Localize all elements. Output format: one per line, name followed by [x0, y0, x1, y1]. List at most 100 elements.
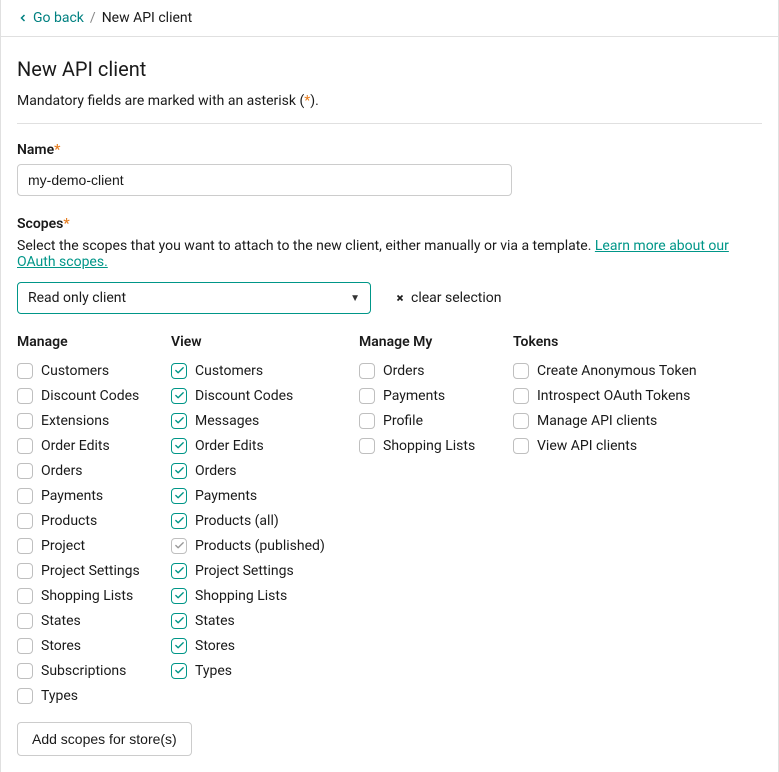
- go-back-link[interactable]: Go back: [17, 10, 84, 26]
- checkbox-item[interactable]: Customers: [17, 358, 157, 383]
- checkbox[interactable]: [359, 438, 375, 454]
- checkbox[interactable]: [171, 588, 187, 604]
- checkbox[interactable]: [171, 488, 187, 504]
- checkbox[interactable]: [359, 388, 375, 404]
- checkbox-item[interactable]: Types: [17, 683, 157, 708]
- checkbox-label: Project Settings: [41, 563, 140, 579]
- checkbox[interactable]: [171, 363, 187, 379]
- name-input[interactable]: [17, 164, 512, 196]
- checkbox-item[interactable]: Extensions: [17, 408, 157, 433]
- checkbox-label: Products (published): [195, 538, 325, 554]
- checkbox[interactable]: [17, 688, 33, 704]
- checkbox[interactable]: [17, 388, 33, 404]
- checkbox-item[interactable]: States: [171, 608, 345, 633]
- checkbox[interactable]: [171, 413, 187, 429]
- checkbox[interactable]: [17, 613, 33, 629]
- checkbox-item[interactable]: Customers: [171, 358, 345, 383]
- checkbox[interactable]: [17, 463, 33, 479]
- checkbox-item[interactable]: Payments: [171, 483, 345, 508]
- checkbox[interactable]: [171, 638, 187, 654]
- checkbox[interactable]: [513, 388, 529, 404]
- checkbox-item[interactable]: View API clients: [513, 433, 713, 458]
- checkbox-item[interactable]: Project: [17, 533, 157, 558]
- checkbox[interactable]: [17, 638, 33, 654]
- checkbox-item[interactable]: Orders: [359, 358, 499, 383]
- checkbox[interactable]: [17, 563, 33, 579]
- checkbox-item[interactable]: Stores: [171, 633, 345, 658]
- checkbox-item[interactable]: Profile: [359, 408, 499, 433]
- checkbox-item[interactable]: Discount Codes: [171, 383, 345, 408]
- breadcrumb-separator: /: [90, 10, 96, 26]
- checkbox[interactable]: [359, 363, 375, 379]
- checkbox[interactable]: [171, 538, 187, 554]
- checkbox-label: Project Settings: [195, 563, 294, 579]
- checkbox[interactable]: [171, 663, 187, 679]
- checkbox[interactable]: [17, 438, 33, 454]
- checkbox-item[interactable]: Order Edits: [171, 433, 345, 458]
- required-mark: *: [54, 142, 60, 158]
- checkbox[interactable]: [17, 413, 33, 429]
- checkbox-item[interactable]: Create Anonymous Token: [513, 358, 713, 383]
- checkbox-item[interactable]: Products (all): [171, 508, 345, 533]
- checkbox-item[interactable]: Products: [17, 508, 157, 533]
- clear-selection-button[interactable]: clear selection: [395, 290, 502, 306]
- checkbox-label: Products: [41, 513, 97, 529]
- checkbox-item[interactable]: States: [17, 608, 157, 633]
- checkbox-item[interactable]: Types: [171, 658, 345, 683]
- checkbox-item[interactable]: Manage API clients: [513, 408, 713, 433]
- checkbox[interactable]: [171, 563, 187, 579]
- checkbox-item[interactable]: Introspect OAuth Tokens: [513, 383, 713, 408]
- checkbox-item[interactable]: Orders: [171, 458, 345, 483]
- managemy-list: Orders Payments Profile Shopping Lists: [359, 358, 499, 458]
- checkbox[interactable]: [513, 438, 529, 454]
- checkbox-item[interactable]: Payments: [17, 483, 157, 508]
- checkbox-label: Stores: [195, 638, 235, 654]
- checkbox[interactable]: [171, 438, 187, 454]
- checkbox-item[interactable]: Payments: [359, 383, 499, 408]
- checkbox-item[interactable]: Subscriptions: [17, 658, 157, 683]
- name-label: Name*: [17, 142, 762, 158]
- view-list: Customers Discount Codes MessagesOrder Edi…: [171, 358, 345, 683]
- checkbox-item[interactable]: Shopping Lists: [17, 583, 157, 608]
- checkbox[interactable]: [171, 513, 187, 529]
- checkbox-label: Profile: [383, 413, 423, 429]
- tokens-column: Tokens Create Anonymous TokenIntrospect …: [513, 334, 713, 708]
- checkbox-label: Discount Codes: [195, 388, 293, 404]
- checkbox-label: Orders: [383, 363, 425, 379]
- checkbox[interactable]: [17, 538, 33, 554]
- checkbox-item[interactable]: Project Settings: [171, 558, 345, 583]
- checkbox[interactable]: [171, 613, 187, 629]
- checkbox-item[interactable]: Discount Codes: [17, 383, 157, 408]
- checkbox-label: Extensions: [41, 413, 109, 429]
- checkbox[interactable]: [171, 388, 187, 404]
- checkbox[interactable]: [513, 363, 529, 379]
- add-scopes-for-stores-button[interactable]: Add scopes for store(s): [17, 722, 192, 756]
- checkbox-item[interactable]: Stores: [17, 633, 157, 658]
- checkbox-item[interactable]: Project Settings: [17, 558, 157, 583]
- checkbox[interactable]: [171, 463, 187, 479]
- checkbox-item[interactable]: Orders: [17, 458, 157, 483]
- checkbox[interactable]: [17, 363, 33, 379]
- checkbox-item[interactable]: Order Edits: [17, 433, 157, 458]
- page-title: New API client: [17, 57, 762, 81]
- mandatory-hint: Mandatory fields are marked with an aste…: [17, 93, 762, 109]
- checkbox-label: Customers: [195, 363, 263, 379]
- scopes-columns: Manage CustomersDiscount CodesExtensions…: [17, 334, 762, 708]
- checkbox[interactable]: [17, 663, 33, 679]
- template-select-value: Read only client: [28, 290, 126, 306]
- checkbox-label: View API clients: [537, 438, 637, 454]
- checkbox-item[interactable]: Messages: [171, 408, 345, 433]
- checkbox[interactable]: [359, 413, 375, 429]
- checkbox-label: Manage API clients: [537, 413, 657, 429]
- template-select[interactable]: Read only client ▼: [17, 282, 371, 314]
- checkbox-item[interactable]: Products (published): [171, 533, 345, 558]
- view-column: View CustomersDiscount CodesMessagesOrde…: [171, 334, 345, 708]
- checkbox-item[interactable]: Shopping Lists: [171, 583, 345, 608]
- view-header: View: [171, 334, 345, 350]
- checkbox[interactable]: [17, 513, 33, 529]
- checkbox-label: States: [195, 613, 235, 629]
- checkbox[interactable]: [17, 588, 33, 604]
- checkbox[interactable]: [513, 413, 529, 429]
- checkbox-item[interactable]: Shopping Lists: [359, 433, 499, 458]
- checkbox[interactable]: [17, 488, 33, 504]
